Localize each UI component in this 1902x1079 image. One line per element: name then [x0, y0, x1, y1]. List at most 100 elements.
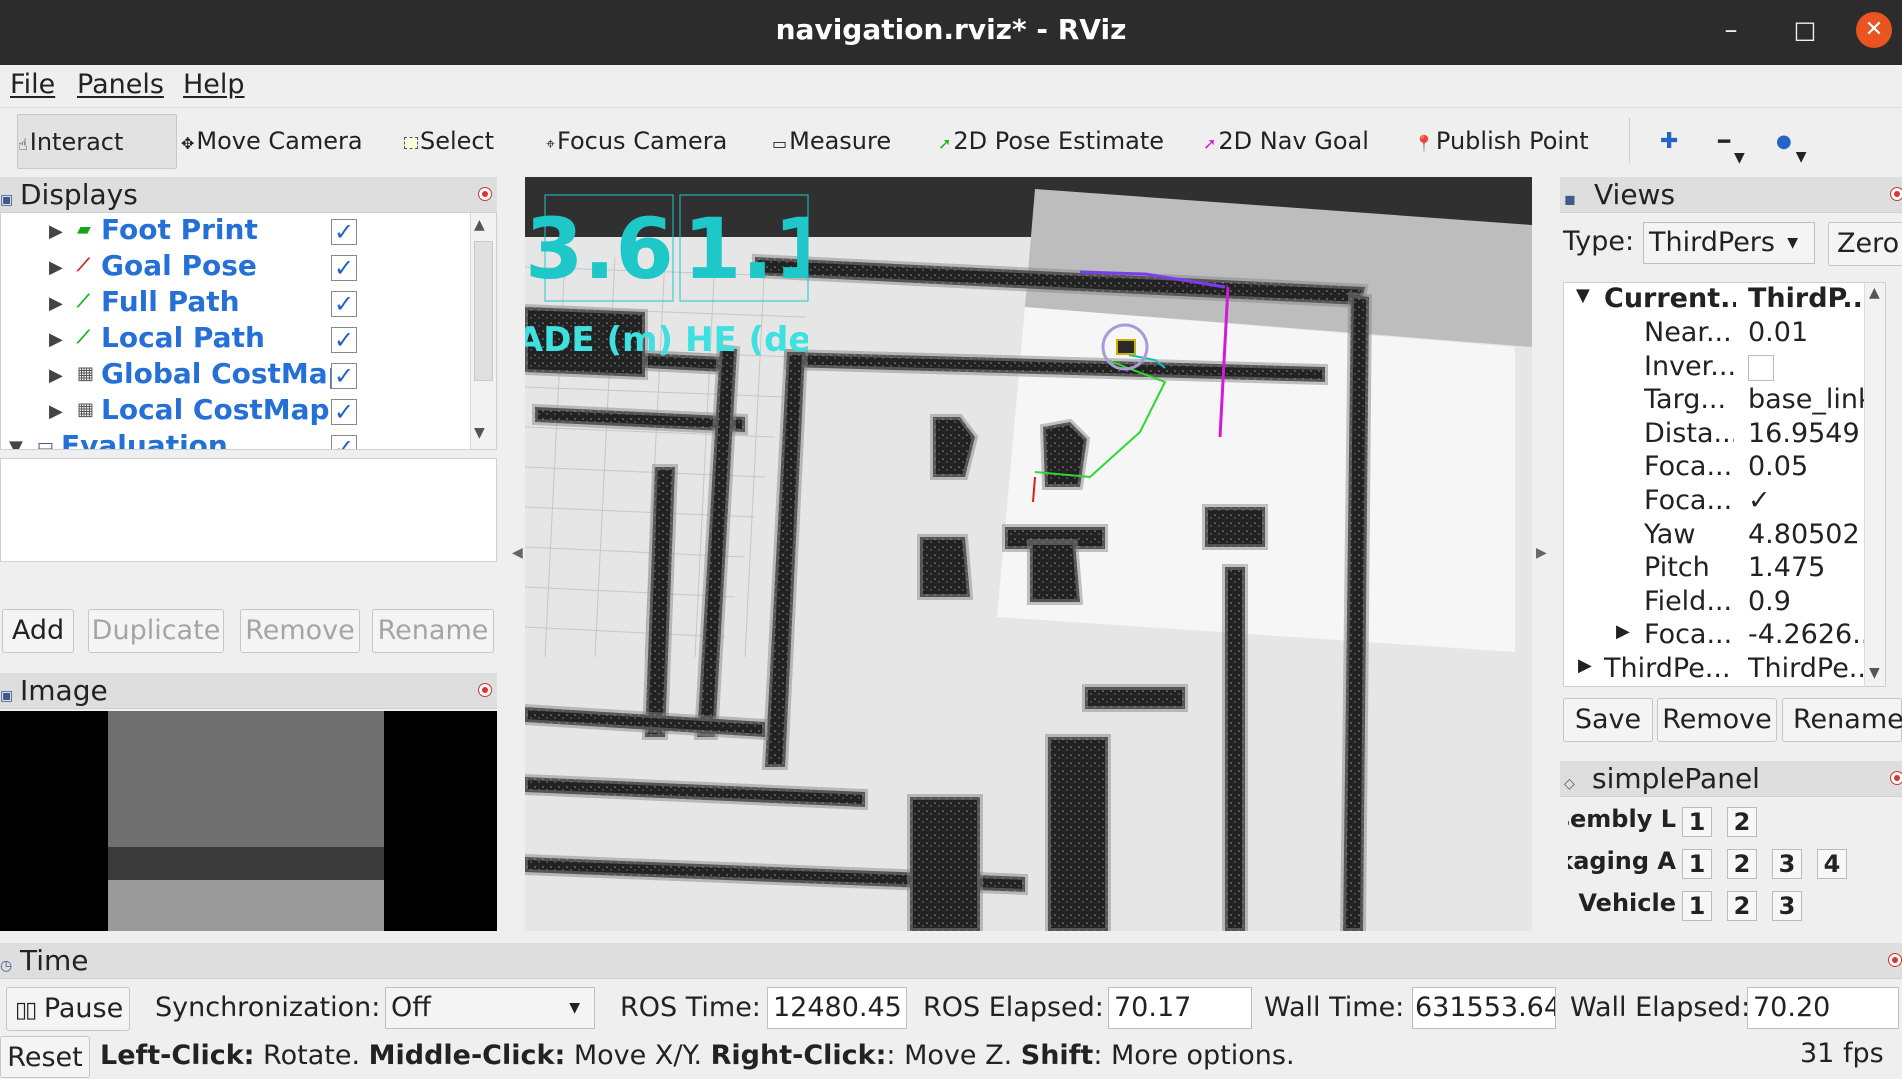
expand-icon[interactable]: ▶: [49, 365, 63, 386]
simple-panel-number-button[interactable]: 1: [1682, 849, 1712, 879]
expand-icon[interactable]: ▶: [49, 401, 63, 422]
ros-time-field[interactable]: 12480.45: [767, 987, 907, 1029]
remove-display-button[interactable]: Remove: [240, 609, 360, 653]
add-button[interactable]: Add: [2, 609, 74, 653]
save-view-button[interactable]: Save: [1563, 698, 1653, 742]
scroll-down-icon[interactable]: ▼: [1869, 665, 1880, 681]
view-property-row[interactable]: Pitch 1.475: [1564, 552, 1884, 586]
expand-icon[interactable]: ▼: [9, 437, 23, 449]
expand-right-icon[interactable]: ▶: [1616, 621, 1630, 642]
view-property-value[interactable]: 0.01: [1748, 317, 1878, 348]
pause-button[interactable]: ▯▯ Pause: [6, 987, 130, 1031]
close-panel-icon[interactable]: [1890, 771, 1902, 785]
display-item[interactable]: ▼ ▭ Evaluation ✓: [1, 429, 471, 449]
splitter-right-icon[interactable]: ▶: [1536, 545, 1547, 561]
splitter-left-icon[interactable]: ◀: [512, 545, 523, 561]
render-viewport[interactable]: 3.68 1.1 ADE (m) HE (deg: [525, 177, 1532, 931]
display-enable-checkbox[interactable]: ✓: [331, 363, 357, 389]
zero-button[interactable]: Zero: [1828, 222, 1902, 266]
view-property-row[interactable]: Foca... ✓: [1564, 485, 1884, 519]
view-property-row[interactable]: Yaw 4.80502: [1564, 519, 1884, 553]
interact-tool[interactable]: ☝Interact: [17, 114, 177, 169]
simple-panel-number-button[interactable]: 3: [1772, 849, 1802, 879]
view-property-value[interactable]: 4.80502: [1748, 519, 1878, 550]
saved-view-row[interactable]: ▶ ThirdPe... ThirdPe...: [1564, 653, 1884, 686]
display-enable-checkbox[interactable]: ✓: [331, 435, 357, 449]
simple-panel-number-button[interactable]: 2: [1727, 807, 1757, 837]
minimize-icon[interactable]: –: [1713, 12, 1749, 48]
display-item[interactable]: ▶ ▰ Foot Print ✓: [1, 213, 471, 251]
simple-panel-number-button[interactable]: 2: [1727, 891, 1757, 921]
display-enable-checkbox[interactable]: ✓: [331, 255, 357, 281]
duplicate-button[interactable]: Duplicate: [88, 609, 224, 653]
select-tool[interactable]: Select: [404, 114, 494, 169]
wall-elapsed-field[interactable]: 70.20: [1747, 987, 1899, 1029]
focus-camera-tool[interactable]: ⌖Focus Camera: [546, 114, 727, 169]
view-property-value[interactable]: 0.05: [1748, 451, 1878, 482]
display-item[interactable]: ▶ ▦ Local CostMap ✓: [1, 393, 471, 431]
close-panel-icon[interactable]: [478, 683, 492, 697]
simple-panel-number-button[interactable]: 2: [1727, 849, 1757, 879]
view-property-value[interactable]: ✓: [1748, 485, 1878, 516]
expand-icon[interactable]: ▶: [49, 221, 63, 242]
rename-view-button[interactable]: Rename: [1782, 698, 1902, 742]
sync-select[interactable]: Off ▼: [385, 987, 595, 1029]
view-property-value[interactable]: base_link: [1748, 384, 1878, 415]
menu-file[interactable]: File: [10, 69, 55, 100]
display-enable-checkbox[interactable]: ✓: [331, 291, 357, 317]
view-property-row[interactable]: Targ... base_link: [1564, 384, 1884, 418]
scroll-up-icon[interactable]: ▲: [1869, 285, 1880, 301]
display-enable-checkbox[interactable]: ✓: [331, 327, 357, 353]
display-item[interactable]: ▶ ⟋ Local Path ✓: [1, 321, 471, 359]
current-view-row[interactable]: ▼ Current... ThirdP...: [1564, 283, 1884, 317]
view-property-row[interactable]: Field... 0.9: [1564, 586, 1884, 620]
maximize-icon[interactable]: □: [1787, 12, 1823, 48]
reset-button[interactable]: Reset: [0, 1036, 90, 1078]
view-property-row[interactable]: ▶ Foca... -4.2626...: [1564, 619, 1884, 653]
display-enable-checkbox[interactable]: ✓: [331, 219, 357, 245]
close-panel-icon[interactable]: [1890, 187, 1902, 201]
view-property-value[interactable]: [1748, 354, 1774, 381]
view-property-value[interactable]: 0.9: [1748, 586, 1878, 617]
move-camera-tool[interactable]: ✥Move Camera: [181, 114, 363, 169]
tool-properties-icon[interactable]: ●▼: [1776, 114, 1807, 169]
view-property-row[interactable]: Inver...: [1564, 351, 1884, 385]
close-panel-icon[interactable]: [1888, 953, 1902, 967]
remove-tool-icon[interactable]: ━▼: [1718, 114, 1745, 169]
display-enable-checkbox[interactable]: ✓: [331, 399, 357, 425]
scroll-up-icon[interactable]: ▲: [474, 217, 485, 233]
expand-icon[interactable]: ▶: [49, 293, 63, 314]
view-type-select[interactable]: ThirdPers ▼: [1643, 222, 1815, 264]
close-icon[interactable]: ✕: [1856, 12, 1892, 48]
ros-elapsed-field[interactable]: 70.17: [1108, 987, 1252, 1029]
rename-display-button[interactable]: Rename: [372, 609, 494, 653]
view-property-row[interactable]: Near... 0.01: [1564, 317, 1884, 351]
scroll-thumb[interactable]: [474, 241, 493, 381]
nav-goal-tool[interactable]: ➚2D Nav Goal: [1203, 114, 1369, 169]
scroll-down-icon[interactable]: ▼: [474, 425, 485, 441]
menu-panels[interactable]: Panels: [77, 69, 164, 100]
wall-time-field[interactable]: 631553.64: [1412, 987, 1556, 1029]
simple-panel-number-button[interactable]: 1: [1682, 891, 1712, 921]
view-property-value[interactable]: -4.2626...: [1748, 619, 1878, 650]
views-scrollbar[interactable]: ▲ ▼: [1864, 283, 1885, 686]
view-property-row[interactable]: Dista... 16.9549: [1564, 418, 1884, 452]
view-property-value[interactable]: 16.9549: [1748, 418, 1878, 449]
simple-panel-number-button[interactable]: 3: [1772, 891, 1802, 921]
measure-tool[interactable]: ▭Measure: [772, 114, 891, 169]
simple-panel-number-button[interactable]: 1: [1682, 807, 1712, 837]
display-item[interactable]: ▶ ▦ Global CostMap ✓: [1, 357, 471, 395]
simple-panel-number-button[interactable]: 4: [1817, 849, 1847, 879]
close-panel-icon[interactable]: [478, 187, 492, 201]
remove-view-button[interactable]: Remove: [1657, 698, 1777, 742]
menu-help[interactable]: Help: [183, 69, 245, 100]
display-item[interactable]: ▶ ⟋ Full Path ✓: [1, 285, 471, 323]
expand-icon[interactable]: ▶: [49, 257, 63, 278]
add-tool-icon[interactable]: ✚: [1660, 114, 1678, 169]
view-property-row[interactable]: Foca... 0.05: [1564, 451, 1884, 485]
view-property-value[interactable]: 1.475: [1748, 552, 1878, 583]
publish-point-tool[interactable]: 📍Publish Point: [1414, 114, 1589, 169]
displays-scrollbar[interactable]: ▲ ▼: [470, 213, 496, 449]
display-item[interactable]: ▶ ⟋ Goal Pose ✓: [1, 249, 471, 287]
expand-icon[interactable]: ▶: [49, 329, 63, 350]
